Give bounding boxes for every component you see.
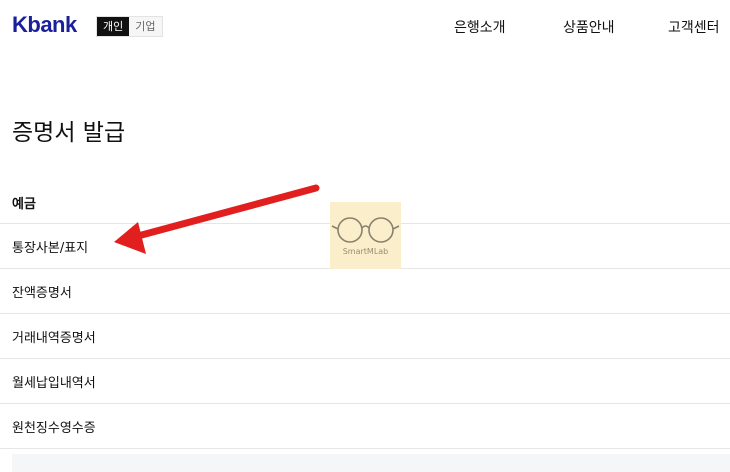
list-item-balance-certificate[interactable]: 잔액증명서: [0, 269, 730, 314]
top-header: Kbank 개인 기업 은행소개 상품안내 고객센터: [0, 0, 730, 56]
nav-products[interactable]: 상품안내: [563, 17, 615, 37]
list-item-label: 잔액증명서: [12, 285, 72, 301]
list-item-label: 통장사본/표지: [12, 240, 89, 256]
footer-band: [12, 454, 730, 472]
kbank-logo[interactable]: Kbank: [12, 12, 77, 38]
nav-bank-intro[interactable]: 은행소개: [454, 17, 506, 37]
list-item-label: 원천징수영수증: [12, 420, 96, 436]
list-item-label: 거래내역증명서: [12, 330, 96, 346]
list-item-withholding-receipt[interactable]: 원천징수영수증: [0, 404, 730, 449]
list-item-transaction-certificate[interactable]: 거래내역증명서: [0, 314, 730, 359]
page-title: 증명서 발급: [12, 120, 126, 146]
personal-tab[interactable]: 개인: [97, 17, 130, 36]
section-header-deposit: 예금: [12, 197, 36, 212]
list-item-label: 월세납입내역서: [12, 375, 96, 391]
list-item-rent-payment[interactable]: 월세납입내역서: [0, 359, 730, 404]
watermark-text: SmartMLab: [342, 247, 389, 256]
watermark: SmartMLab: [330, 202, 401, 269]
business-tab[interactable]: 기업: [129, 17, 162, 36]
glasses-icon: [331, 217, 400, 243]
nav-customer-center[interactable]: 고객센터: [668, 17, 720, 37]
customer-type-toggle: 개인 기업: [96, 16, 163, 37]
